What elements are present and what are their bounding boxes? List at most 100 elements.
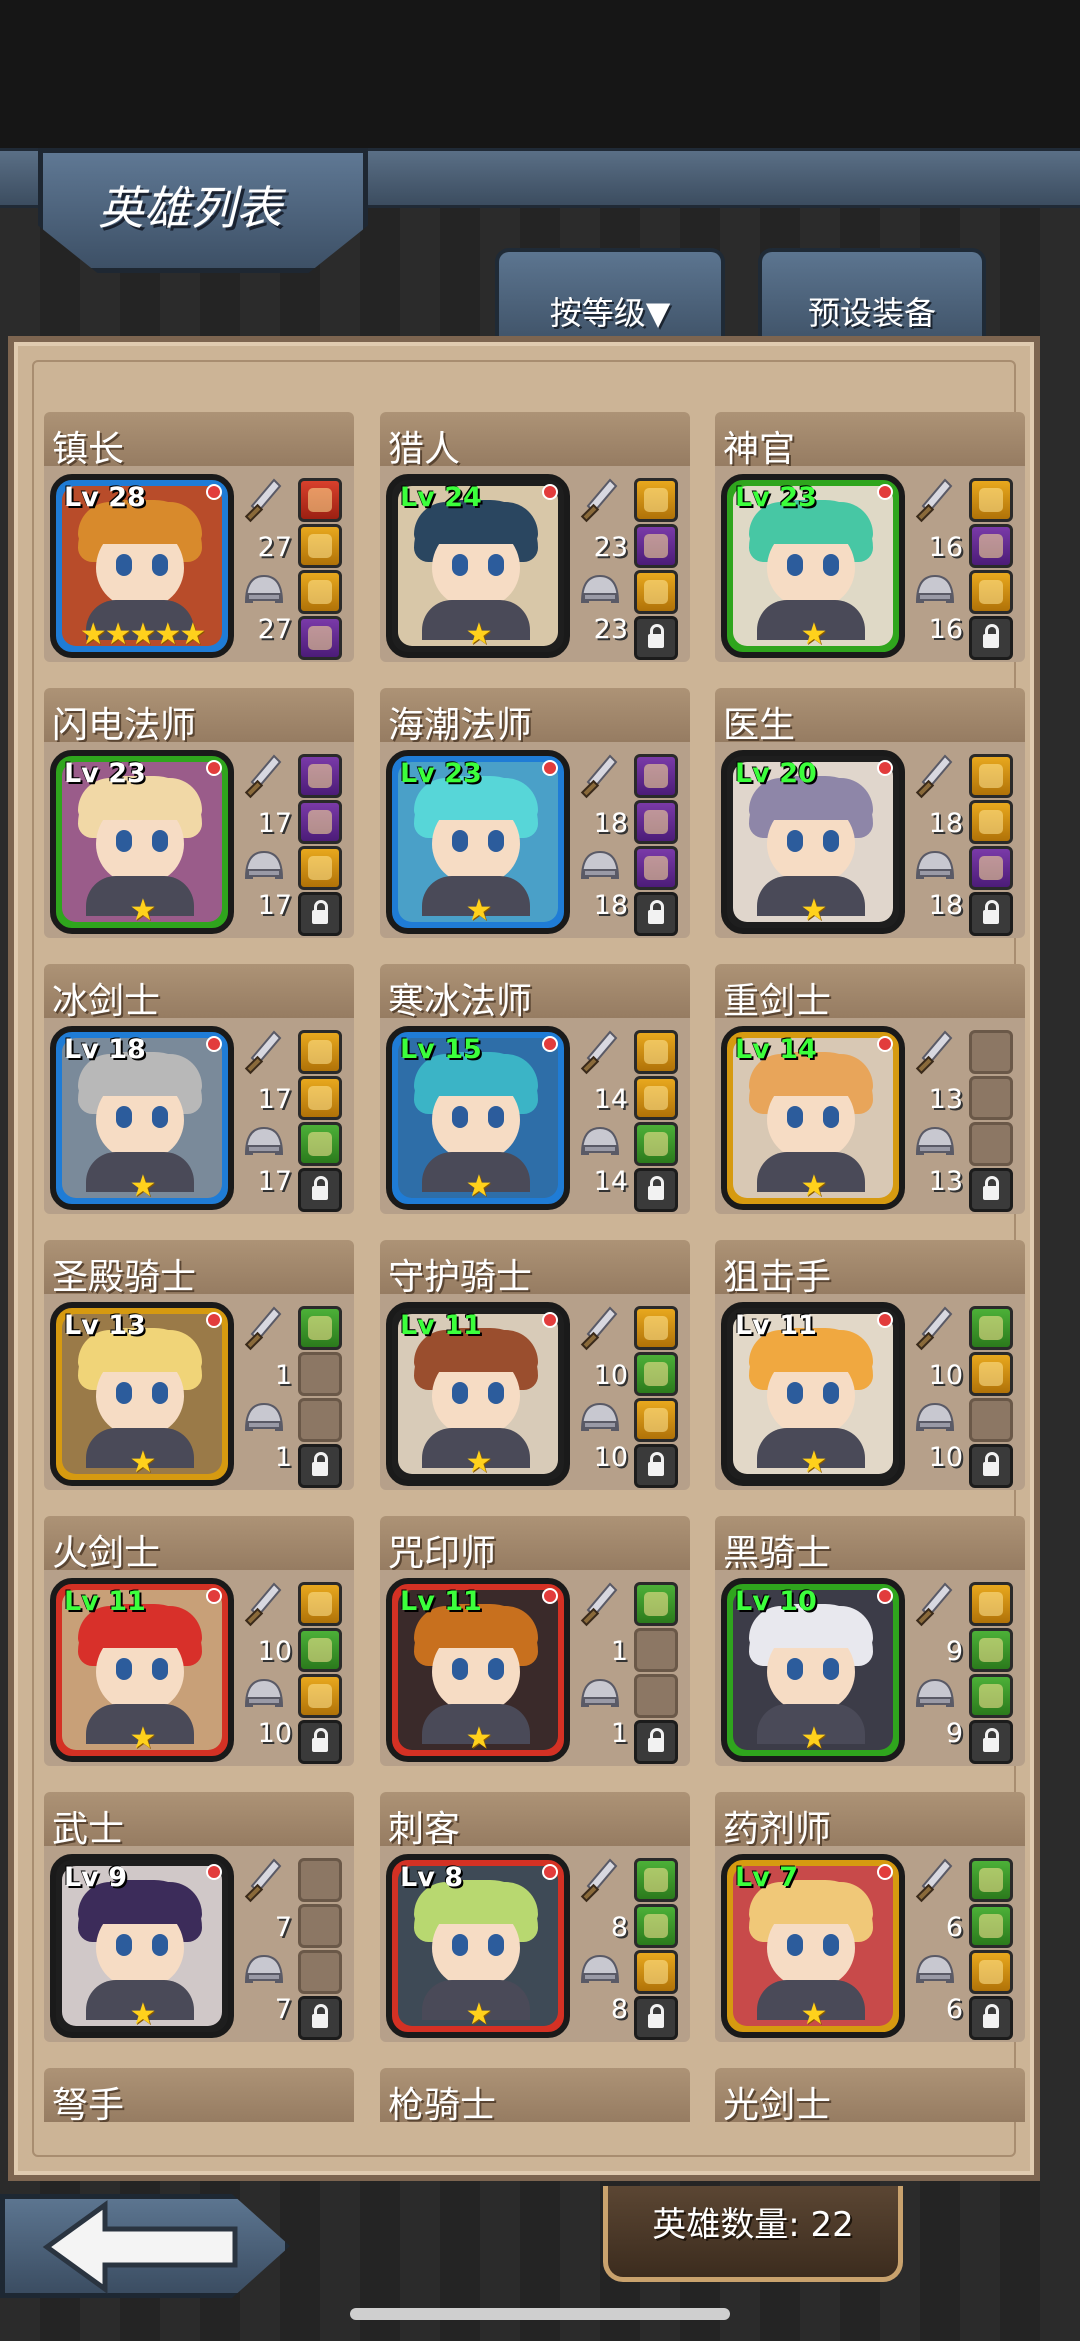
equipment-slot[interactable] [969,1306,1013,1350]
equipment-slot[interactable] [969,1674,1013,1718]
hero-card[interactable]: 弩手 [44,2068,354,2122]
empty-equipment-slot[interactable] [969,1122,1013,1166]
locked-slot-lock-icon[interactable] [298,1720,342,1764]
hero-portrait[interactable]: Lv 11 ★ [721,1302,905,1486]
equipment-slot[interactable] [634,570,678,614]
locked-slot-lock-icon[interactable] [969,1444,1013,1488]
hero-card[interactable]: 火剑士 Lv 11 ★ 10 10 [44,1516,354,1766]
hero-portrait[interactable]: Lv 20 ★ [721,750,905,934]
equipment-slot[interactable] [634,800,678,844]
locked-slot-lock-icon[interactable] [969,892,1013,936]
empty-equipment-slot[interactable] [969,1398,1013,1442]
equipment-slot[interactable] [298,1306,342,1350]
locked-slot-lock-icon[interactable] [634,1168,678,1212]
hero-portrait[interactable]: Lv 28 ★★★★★ [50,474,234,658]
hero-portrait[interactable]: Lv 23 ★ [386,750,570,934]
hero-portrait[interactable]: Lv 8 ★ [386,1854,570,2038]
empty-equipment-slot[interactable] [298,1858,342,1902]
equipment-slot[interactable] [634,1398,678,1442]
locked-slot-lock-icon[interactable] [634,1444,678,1488]
equipment-slot[interactable] [634,1904,678,1948]
empty-equipment-slot[interactable] [969,1030,1013,1074]
equipment-slot[interactable] [969,1628,1013,1672]
hero-portrait[interactable]: Lv 15 ★ [386,1026,570,1210]
sort-by-level-tab[interactable]: 按等级▼ [495,248,725,348]
locked-slot-lock-icon[interactable] [634,616,678,660]
hero-portrait[interactable]: Lv 24 ★ [386,474,570,658]
equipment-slot[interactable] [634,478,678,522]
hero-card[interactable]: 冰剑士 Lv 18 ★ 17 17 [44,964,354,1214]
locked-slot-lock-icon[interactable] [634,1720,678,1764]
hero-card[interactable]: 狙击手 Lv 11 ★ 10 10 [715,1240,1025,1490]
hero-card[interactable]: 药剂师 Lv 7 ★ 6 6 [715,1792,1025,2042]
hero-portrait[interactable]: Lv 7 ★ [721,1854,905,2038]
hero-card[interactable]: 圣殿骑士 Lv 13 ★ 1 1 [44,1240,354,1490]
equipment-slot[interactable] [634,524,678,568]
equipment-slot[interactable] [298,616,342,660]
equipment-slot[interactable] [298,1674,342,1718]
hero-card[interactable]: 寒冰法师 Lv 15 ★ 14 14 [380,964,690,1214]
equipment-slot[interactable] [634,1306,678,1350]
hero-card[interactable]: 重剑士 Lv 14 ★ 13 13 [715,964,1025,1214]
empty-equipment-slot[interactable] [634,1674,678,1718]
hero-card[interactable]: 枪骑士 [380,2068,690,2122]
equipment-slot[interactable] [298,1122,342,1166]
locked-slot-lock-icon[interactable] [969,1996,1013,2040]
empty-equipment-slot[interactable] [298,1398,342,1442]
hero-portrait[interactable]: Lv 23 ★ [50,750,234,934]
equipment-slot[interactable] [969,524,1013,568]
equipment-slot[interactable] [969,846,1013,890]
equipment-slot[interactable] [298,846,342,890]
locked-slot-lock-icon[interactable] [298,1168,342,1212]
equipment-slot[interactable] [969,754,1013,798]
equipment-slot[interactable] [969,478,1013,522]
hero-card[interactable]: 武士 Lv 9 ★ 7 7 [44,1792,354,2042]
empty-equipment-slot[interactable] [298,1950,342,1994]
locked-slot-lock-icon[interactable] [634,892,678,936]
locked-slot-lock-icon[interactable] [298,1444,342,1488]
equipment-slot[interactable] [634,1076,678,1120]
equipment-slot[interactable] [298,1582,342,1626]
equipment-slot[interactable] [298,1030,342,1074]
equipment-slot[interactable] [969,1950,1013,1994]
empty-equipment-slot[interactable] [969,1076,1013,1120]
equipment-slot[interactable] [634,1582,678,1626]
locked-slot-lock-icon[interactable] [634,1996,678,2040]
hero-card[interactable]: 刺客 Lv 8 ★ 8 8 [380,1792,690,2042]
hero-portrait[interactable]: Lv 11 ★ [386,1578,570,1762]
equipment-slot[interactable] [634,1030,678,1074]
hero-card[interactable]: 黑骑士 Lv 10 ★ 9 9 [715,1516,1025,1766]
hero-card[interactable]: 镇长 Lv 28 ★★★★★ 27 27 [44,412,354,662]
equipment-slot[interactable] [969,570,1013,614]
equipment-slot[interactable] [298,1076,342,1120]
hero-portrait[interactable]: Lv 14 ★ [721,1026,905,1210]
equipment-slot[interactable] [298,478,342,522]
hero-portrait[interactable]: Lv 11 ★ [386,1302,570,1486]
empty-equipment-slot[interactable] [634,1628,678,1672]
hero-card[interactable]: 咒印师 Lv 11 ★ 1 1 [380,1516,690,1766]
equipment-slot[interactable] [298,570,342,614]
empty-equipment-slot[interactable] [298,1352,342,1396]
hero-card[interactable]: 神官 Lv 23 ★ 16 16 [715,412,1025,662]
back-button[interactable] [0,2194,290,2298]
locked-slot-lock-icon[interactable] [969,1168,1013,1212]
hero-portrait[interactable]: Lv 11 ★ [50,1578,234,1762]
hero-card[interactable]: 猎人 Lv 24 ★ 23 23 [380,412,690,662]
hero-portrait[interactable]: Lv 9 ★ [50,1854,234,2038]
equipment-slot[interactable] [969,1904,1013,1948]
equipment-slot[interactable] [969,1582,1013,1626]
hero-portrait[interactable]: Lv 13 ★ [50,1302,234,1486]
equipment-slot[interactable] [634,754,678,798]
equipment-slot[interactable] [298,524,342,568]
equipment-slot[interactable] [969,1858,1013,1902]
empty-equipment-slot[interactable] [298,1904,342,1948]
locked-slot-lock-icon[interactable] [298,892,342,936]
hero-portrait[interactable]: Lv 10 ★ [721,1578,905,1762]
hero-portrait[interactable]: Lv 23 ★ [721,474,905,658]
locked-slot-lock-icon[interactable] [969,1720,1013,1764]
locked-slot-lock-icon[interactable] [969,616,1013,660]
equipment-slot[interactable] [634,1122,678,1166]
equipment-slot[interactable] [634,1858,678,1902]
equipment-slot[interactable] [298,1628,342,1672]
hero-card[interactable]: 光剑士 [715,2068,1025,2122]
